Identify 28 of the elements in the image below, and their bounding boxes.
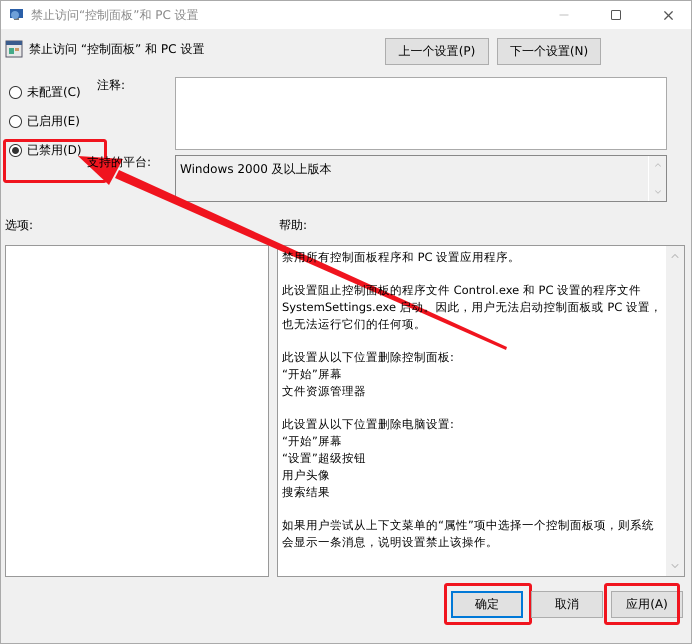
- help-text: 也无法运行它们的任何项。: [282, 316, 427, 333]
- options-label: 选项:: [5, 217, 34, 234]
- ok-button[interactable]: 确定: [451, 591, 523, 618]
- help-text: “开始”屏幕: [282, 366, 343, 383]
- comment-label: 注释:: [97, 77, 126, 94]
- apply-button[interactable]: 应用(A): [611, 591, 683, 618]
- policy-title: 禁止访问 “控制面板” 和 PC 设置: [29, 41, 206, 58]
- radio-option[interactable]: 已启用(E): [9, 113, 97, 130]
- help-text: 此设置从以下位置删除控制面板:: [282, 349, 455, 366]
- next-setting-button[interactable]: 下一个设置(N): [497, 38, 601, 65]
- help-text: 文件资源管理器: [282, 383, 367, 400]
- help-text: 会显示一条消息，说明设置禁止该操作。: [282, 534, 499, 551]
- help-text: “设置”超级按钮: [282, 450, 367, 467]
- comment-field[interactable]: [175, 77, 667, 150]
- window-title: 禁止访问“控制面板”和 PC 设置: [31, 6, 200, 24]
- maximize-icon[interactable]: [610, 9, 622, 21]
- previous-setting-button[interactable]: 上一个设置(P): [385, 38, 489, 65]
- policy-icon: [5, 40, 23, 58]
- help-text: 如果用户尝试从上下文菜单的“属性”项中选择一个控制面板项，则系统: [282, 517, 655, 534]
- help-label: 帮助:: [279, 217, 308, 234]
- help-text: “开始”屏幕: [282, 433, 343, 450]
- radio-option[interactable]: 未配置(C): [9, 84, 97, 101]
- cancel-button[interactable]: 取消: [531, 591, 603, 618]
- help-text: 搜索结果: [282, 484, 331, 501]
- help-text: 此设置从以下位置删除电脑设置:: [282, 416, 455, 433]
- help-text: 用户头像: [282, 467, 331, 484]
- app-icon: [9, 7, 25, 23]
- platform-value: Windows 2000 及以上版本: [179, 161, 333, 178]
